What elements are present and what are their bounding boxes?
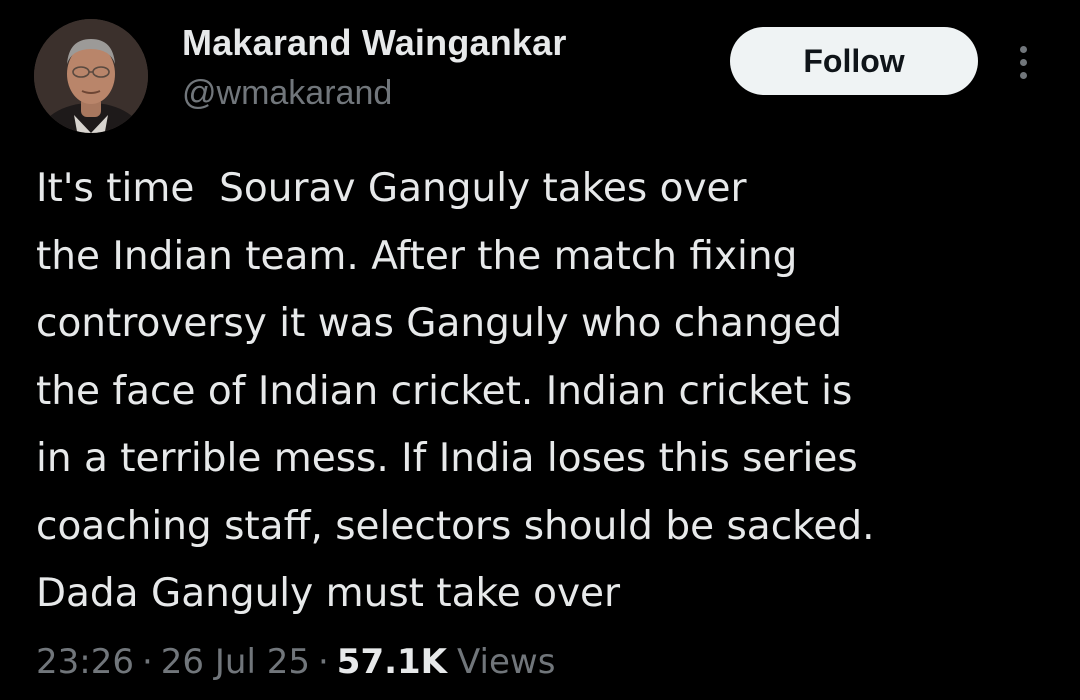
more-dot (1019, 58, 1027, 66)
views-count[interactable]: 57.1K (337, 642, 447, 682)
tweet-text-line: It's time Sourav Ganguly takes over (36, 166, 747, 211)
tweet-text-line: Dada Ganguly must take over (36, 571, 621, 616)
author-name[interactable]: Makarand Waingankar (182, 22, 567, 64)
author-handle[interactable]: @wmakarand (182, 74, 392, 113)
more-dot (1019, 45, 1027, 53)
tweet-meta: 23:26 · 26 Jul 25 · 57.1K Views (36, 642, 555, 682)
tweet-card: Makarand Waingankar @wmakarand Follow It… (0, 0, 1080, 700)
tweet-text: It's time Sourav Ganguly takes over the … (36, 155, 1056, 628)
tweet-text-line: the Indian team. After the match fixing (36, 233, 798, 279)
avatar[interactable] (34, 19, 148, 133)
tweet-text-line: the face of Indian cricket. Indian crick… (36, 368, 853, 414)
profile-photo-icon (34, 19, 148, 133)
more-dot (1019, 71, 1027, 79)
views-label: Views (457, 642, 556, 682)
tweet-date[interactable]: 26 Jul 25 (161, 642, 310, 682)
meta-separator: · (317, 642, 329, 682)
tweet-text-line: coaching staff, selectors should be sack… (36, 503, 875, 549)
tweet-text-line: controversy it was Ganguly who changed (36, 301, 843, 346)
more-vertical-icon[interactable] (1006, 38, 1040, 86)
follow-button[interactable]: Follow (730, 27, 978, 95)
tweet-time[interactable]: 23:26 (36, 642, 134, 682)
meta-separator: · (141, 642, 153, 682)
tweet-text-line: in a terrible mess. If India loses this … (36, 436, 858, 481)
